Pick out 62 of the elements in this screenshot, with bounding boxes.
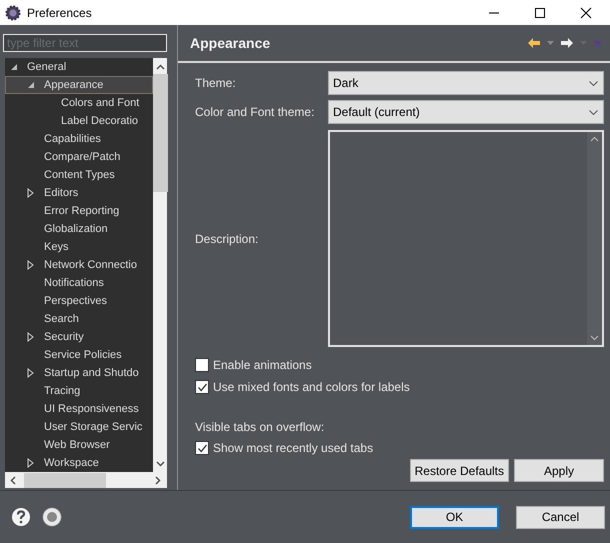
close-icon[interactable] [580, 6, 592, 18]
collapsed-icon[interactable] [27, 188, 34, 198]
tree-item[interactable]: Startup and Shutdo [5, 364, 153, 382]
field-label: Color and Font theme: [195, 105, 316, 119]
tree-item[interactable]: Workspace [5, 454, 153, 472]
page-button[interactable]: Apply [514, 459, 604, 482]
tree-item[interactable]: Service Policies [5, 346, 153, 364]
vertical-scrollbar[interactable] [153, 58, 167, 472]
checkbox-label: Use mixed fonts and colors for labels [213, 380, 410, 394]
tree-item[interactable]: UI Responsiveness [5, 400, 153, 418]
gear-icon [5, 4, 21, 20]
tree-item[interactable]: Colors and Font [5, 94, 153, 112]
dialog-button[interactable]: OK [410, 506, 499, 528]
tree-item[interactable]: Error Reporting [5, 202, 153, 220]
tree-item[interactable]: Notifications [5, 274, 153, 292]
page-button[interactable]: Restore Defaults [410, 459, 509, 482]
checkbox[interactable] [195, 358, 209, 372]
tree-item[interactable]: Compare/Patch [5, 148, 153, 166]
forward-arrow-icon[interactable] [560, 37, 574, 49]
expanded-icon[interactable] [10, 63, 18, 71]
tree-item[interactable]: Security [5, 328, 153, 346]
description-box[interactable] [328, 130, 604, 347]
collapsed-icon[interactable] [27, 260, 34, 270]
page-title: Appearance [190, 35, 270, 51]
checkbox-label: Show most recently used tabs [213, 441, 374, 455]
scrollbar-thumb[interactable] [24, 472, 106, 488]
scrollbar-thumb[interactable] [152, 74, 168, 192]
back-arrow-icon[interactable] [527, 37, 541, 49]
tree-item[interactable]: Network Connectio [5, 256, 153, 274]
tree-item[interactable]: Content Types [5, 166, 153, 184]
dropdown[interactable]: Default (current) [328, 100, 604, 124]
tree-item[interactable]: Appearance [5, 76, 153, 94]
tree-item[interactable]: User Storage Servic [5, 418, 153, 436]
checkbox[interactable] [195, 441, 209, 455]
collapsed-icon[interactable] [27, 458, 34, 468]
tree-item[interactable]: Tracing [5, 382, 153, 400]
dropdown[interactable]: Dark [328, 71, 604, 95]
tree-item[interactable]: Capabilities [5, 130, 153, 148]
collapsed-icon[interactable] [27, 332, 34, 342]
checkbox-label: Enable animations [213, 358, 312, 372]
field-label: Theme: [195, 76, 237, 90]
window-title: Preferences [27, 6, 92, 20]
record-icon[interactable] [42, 507, 62, 527]
tree-item[interactable]: Perspectives [5, 292, 153, 310]
checkbox[interactable] [195, 380, 209, 394]
section-label: Visible tabs on overflow: [195, 420, 326, 434]
field-label: Description: [195, 232, 260, 246]
tree-item[interactable]: Keys [5, 238, 153, 256]
collapsed-icon[interactable] [27, 368, 34, 378]
chevron-icon [589, 80, 598, 86]
maximize-icon[interactable] [534, 6, 546, 18]
chevron-icon [589, 110, 598, 114]
tree-item[interactable]: Globalization [5, 220, 153, 238]
tree-item[interactable]: Editors [5, 184, 153, 202]
help-icon[interactable] [11, 507, 31, 527]
tree-item[interactable]: General [5, 58, 153, 76]
tree-item[interactable]: Web Browser [5, 436, 153, 454]
expanded-icon[interactable] [27, 81, 35, 89]
tree-item[interactable]: Label Decoratio [5, 112, 153, 130]
dialog-button[interactable]: Cancel [516, 506, 605, 528]
horizontal-scrollbar[interactable] [5, 472, 167, 488]
tree-item[interactable]: Search [5, 310, 153, 328]
